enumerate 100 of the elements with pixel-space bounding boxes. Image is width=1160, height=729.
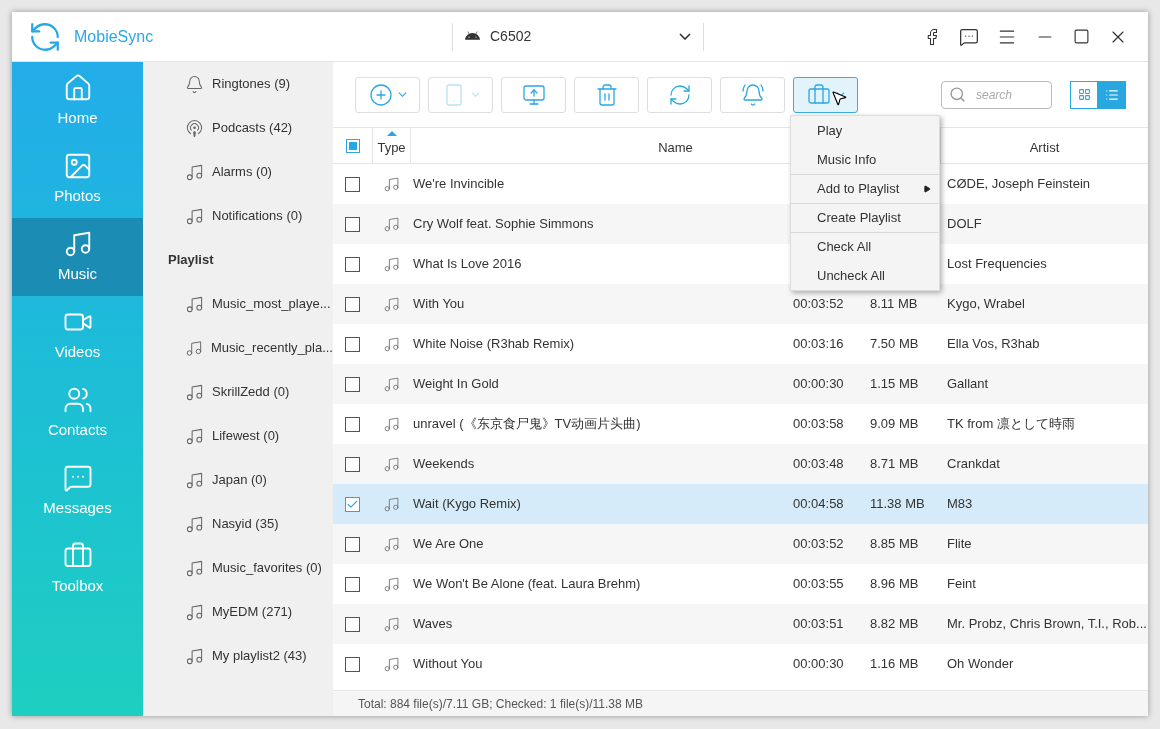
music-note-icon — [185, 382, 204, 402]
playlist-item[interactable]: MyEDM (271) — [143, 590, 333, 634]
podcast-icon — [185, 118, 204, 138]
playlist-item[interactable]: Nasyid (35) — [143, 502, 333, 546]
song-name: Wait (Kygo Remix) — [412, 495, 522, 514]
playlist-item[interactable]: Lifewest (0) — [143, 414, 333, 458]
music-note-icon — [185, 558, 204, 578]
artist-name: Flite — [947, 535, 973, 554]
song-name: Cry Wolf feat. Sophie Simmons — [412, 215, 595, 234]
row-checkbox[interactable] — [345, 416, 360, 432]
duration: 00:00:30 — [793, 655, 845, 674]
song-name: We Won't Be Alone (feat. Laura Brehm) — [412, 575, 642, 594]
row-checkbox[interactable] — [345, 376, 360, 392]
file-size: 11.38 MB — [870, 495, 926, 514]
row-checkbox[interactable] — [345, 176, 360, 192]
file-size: 1.16 MB — [870, 655, 920, 674]
song-name: What Is Love 2016 — [412, 255, 523, 274]
row-checkbox[interactable] — [345, 256, 360, 272]
category-item[interactable]: Notifications (0) — [143, 194, 333, 238]
add-icon — [368, 82, 393, 107]
bell-icon — [740, 82, 765, 107]
row-checkbox[interactable] — [345, 296, 360, 312]
row-checkbox[interactable] — [345, 616, 360, 632]
row-checkbox[interactable] — [345, 496, 360, 512]
music-note-icon — [382, 415, 400, 433]
music-note-icon — [382, 455, 400, 473]
music-note-icon — [382, 615, 400, 633]
duration: 00:00:30 — [793, 375, 845, 394]
song-name: Waves — [412, 615, 454, 634]
list-view-button[interactable] — [1098, 80, 1126, 109]
table-row[interactable]: Wait (Kygo Remix) 00:04:58 11.38 MB M83 — [333, 484, 1148, 524]
caret-icon — [397, 92, 407, 97]
music-note-icon — [382, 495, 400, 513]
song-name: Weight In Gold — [412, 375, 500, 394]
duration: 00:03:51 — [793, 615, 845, 634]
artist-name: Ella Vos, R3hab — [947, 335, 1041, 354]
grid-icon — [1077, 88, 1091, 101]
category-item[interactable]: Ringtones (9) — [143, 62, 333, 106]
nav-item[interactable]: Music — [12, 218, 143, 296]
duration: 00:03:55 — [793, 575, 845, 594]
device-selector[interactable]: C6502 — [452, 22, 704, 51]
check-all-checkbox[interactable] — [345, 138, 360, 153]
song-name: With You — [412, 295, 466, 314]
playlist-item[interactable]: Music_favorites (0) — [143, 546, 333, 590]
duration: 00:03:16 — [793, 335, 845, 354]
row-checkbox[interactable] — [345, 456, 360, 472]
maximize-icon[interactable] — [1073, 28, 1090, 45]
toolbox-button[interactable] — [793, 76, 858, 113]
artist-name: DOLF — [947, 215, 983, 234]
row-checkbox[interactable] — [345, 656, 360, 672]
duration: 00:03:58 — [793, 415, 845, 434]
artist-name: M83 — [947, 495, 974, 514]
menu-item[interactable]: Check All — [791, 232, 939, 261]
song-name: We Are One — [412, 535, 485, 554]
music-note-icon — [382, 335, 400, 353]
category-item[interactable]: Podcasts (42) — [143, 106, 333, 150]
playlist-item[interactable]: SkrillZedd (0) — [143, 370, 333, 414]
search-field[interactable]: search — [941, 80, 1052, 109]
briefcase-icon — [806, 82, 831, 107]
music-note-icon — [185, 206, 204, 226]
playlist-item[interactable]: Music_recently_pla... — [143, 326, 333, 370]
song-name: We're Invincible — [412, 175, 506, 194]
feedback-icon[interactable] — [959, 26, 979, 47]
status-bar: Total: 884 file(s)/7.11 GB; Checked: 1 file(s)/11.38 MB — [333, 690, 1148, 716]
artist-name: TK from 凛として時雨 — [947, 415, 1076, 434]
mouse-cursor-icon — [830, 89, 848, 107]
music-note-icon — [185, 426, 204, 446]
row-checkbox[interactable] — [345, 336, 360, 352]
song-name: Without You — [412, 655, 484, 674]
search-icon — [949, 85, 966, 103]
artist-name: Kygo, Wrabel — [947, 295, 1026, 314]
music-note-icon — [185, 646, 204, 666]
file-size: 9.09 MB — [870, 415, 920, 434]
table-row[interactable]: Weight In Gold 00:00:30 1.15 MB Gallant — [333, 364, 1148, 404]
playlist-item[interactable]: Music_most_playe... — [143, 282, 333, 326]
file-size: 8.11 MB — [870, 295, 919, 314]
menu-item[interactable]: Create Playlist — [791, 203, 939, 232]
row-checkbox[interactable] — [345, 216, 360, 232]
table-row[interactable]: With You 00:03:52 8.11 MB Kygo, Wrabel — [333, 284, 1148, 324]
table-row[interactable]: We Are One 00:03:52 8.85 MB Flite — [333, 524, 1148, 564]
duration: 00:04:58 — [793, 495, 845, 514]
playlist-item[interactable]: My playlist2 (43) — [143, 634, 333, 678]
artist-name: Gallant — [947, 375, 990, 394]
row-checkbox[interactable] — [345, 536, 360, 552]
category-item[interactable]: Alarms (0) — [143, 150, 333, 194]
table-row[interactable]: Waves 00:03:51 8.82 MB Mr. Probz, Chris Brown, T.I., Rob... — [333, 604, 1148, 644]
music-note-icon — [185, 514, 204, 534]
table-row[interactable]: Weekends 00:03:48 8.71 MB Crankdat — [333, 444, 1148, 484]
file-size: 8.71 MB — [870, 455, 920, 474]
music-note-icon — [382, 655, 400, 673]
song-name: Weekends — [412, 455, 476, 474]
caret-icon — [470, 92, 480, 97]
duration: 00:03:48 — [793, 455, 845, 474]
grid-view-button[interactable] — [1070, 80, 1098, 109]
music-note-icon — [185, 162, 204, 182]
menu-item[interactable]: Add to Playlist — [791, 174, 939, 203]
playlist-item[interactable]: Japan (0) — [143, 458, 333, 502]
music-note-icon — [185, 602, 204, 622]
column-header[interactable]: Type — [372, 127, 410, 164]
row-checkbox[interactable] — [345, 576, 360, 592]
